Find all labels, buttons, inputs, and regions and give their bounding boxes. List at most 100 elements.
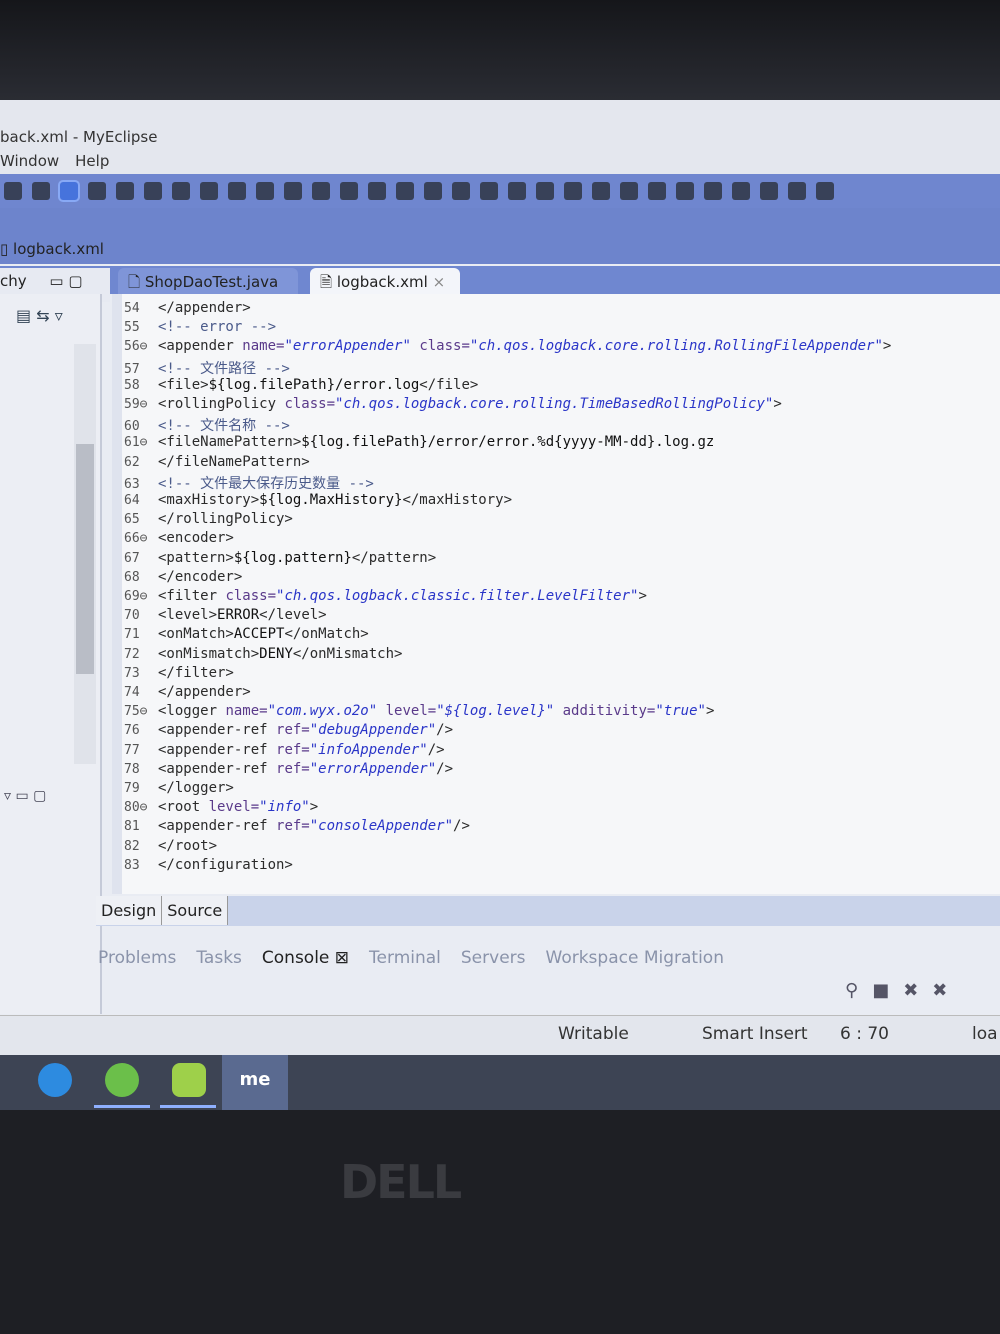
code-token: "info" <box>259 799 310 816</box>
view-menu-icon[interactable]: ▿ ▭ ▢ <box>4 788 46 804</box>
toolbar-button-icon[interactable] <box>88 182 106 200</box>
maximize-icon[interactable]: ▢ <box>68 272 82 290</box>
toolbar-button-icon[interactable] <box>396 182 414 200</box>
status-writable: Writable <box>558 1024 629 1044</box>
line-number: 66⊖ <box>124 531 148 547</box>
toolbar-button-icon[interactable] <box>200 182 218 200</box>
toolbar-button-icon[interactable] <box>704 182 722 200</box>
app-icon[interactable] <box>172 1063 206 1097</box>
code-token: "errorAppender" <box>309 760 437 777</box>
toolbar-button-icon[interactable] <box>592 182 610 200</box>
toolbar-button-icon[interactable] <box>172 182 190 200</box>
menu-window[interactable]: Window <box>0 152 59 174</box>
code-token: </appender> <box>158 684 251 700</box>
status-insert-mode: Smart Insert <box>702 1024 808 1044</box>
line-number: 57 <box>124 361 140 377</box>
tab-design[interactable]: Design <box>96 896 163 925</box>
toolbar-button-icon[interactable] <box>816 182 834 200</box>
tab-source[interactable]: Source <box>162 896 229 925</box>
remove-launch-icon[interactable]: ✖ <box>903 980 918 1001</box>
line-number: 62 <box>124 454 140 470</box>
toolbar-button-icon[interactable] <box>760 182 778 200</box>
collapse-all-icon[interactable]: ▤ ⇆ ▿ <box>16 306 63 325</box>
stop-icon[interactable]: ■ <box>872 980 889 1001</box>
code-line: 70 <level>ERROR</level> <box>124 607 327 627</box>
line-number: 60 <box>124 419 140 435</box>
line-number: 73 <box>124 665 140 681</box>
dell-logo: DELL <box>340 1155 462 1209</box>
toolbar-button-icon[interactable] <box>312 182 330 200</box>
code-token: </root> <box>158 837 218 854</box>
toolbar-button-icon[interactable] <box>32 182 50 200</box>
toolbar-button-icon[interactable] <box>620 182 638 200</box>
line-number: 70 <box>124 608 140 624</box>
toolbar-button-icon[interactable] <box>228 182 246 200</box>
toolbar-button-icon[interactable] <box>480 182 498 200</box>
close-icon[interactable]: × <box>433 273 446 291</box>
bottom-tab[interactable]: Terminal <box>369 948 441 968</box>
bottom-tab[interactable]: Workspace Migration <box>546 948 724 968</box>
toolbar-button-icon[interactable] <box>452 182 470 200</box>
toolbar-button-icon[interactable] <box>788 182 806 200</box>
line-number: 64 <box>124 493 140 508</box>
code-token: class= <box>225 588 277 604</box>
code-token: <onMatch> <box>158 626 234 643</box>
code-token: <appender-ref <box>158 722 277 739</box>
code-token: <!-- 文件名称 --> <box>158 418 290 435</box>
code-token: "consoleAppender" <box>309 818 454 835</box>
menu-help[interactable]: Help <box>75 152 109 174</box>
code-token: "com.wyx.o2o" <box>267 703 378 720</box>
toolbar-button-icon[interactable] <box>648 182 666 200</box>
toolbar-button-icon[interactable] <box>508 182 526 200</box>
code-line: 62 </fileNamePattern> <box>124 454 310 474</box>
code-editor[interactable]: 54 </appender> 55 <!-- error --> 56⊖ <appende… <box>112 294 1000 894</box>
code-token: ACCEPT <box>233 626 285 643</box>
toolbar-button-icon[interactable] <box>256 182 274 200</box>
code-line: 79 </logger> <box>124 780 234 800</box>
toolbar-button-icon[interactable] <box>424 182 442 200</box>
code-line: 54 </appender> <box>124 300 251 320</box>
toolbar-button-icon[interactable] <box>536 182 554 200</box>
code-line: 74 </appender> <box>124 684 251 704</box>
code-line: 80⊖ <root level="info"> <box>124 799 318 819</box>
toolbar-button-icon[interactable] <box>284 182 302 200</box>
code-token: ref= <box>276 741 310 758</box>
vertical-scrollbar[interactable] <box>74 344 96 764</box>
code-line: 58 <file>${log.filePath}/error.log</file> <box>124 377 478 397</box>
code-token: /> <box>427 741 445 758</box>
toolbar-button-icon[interactable] <box>368 182 386 200</box>
toolbar-button-icon[interactable] <box>58 180 80 202</box>
code-line: 55 <!-- error --> <box>124 319 276 339</box>
code-token: </file> <box>419 376 479 393</box>
code-line: 71 <onMatch>ACCEPT</onMatch> <box>124 626 369 646</box>
bottom-tab[interactable]: Tasks <box>196 948 242 968</box>
tab-shopdaotest[interactable]: 🗋 ShopDaoTest.java <box>118 268 298 294</box>
bottom-tab[interactable]: Problems <box>98 948 176 968</box>
java-file-icon: 🗋 <box>128 273 145 291</box>
tab-logback-xml[interactable]: 🗎 logback.xml × <box>310 268 460 294</box>
xml-file-icon: 🗎 <box>320 273 337 291</box>
pin-icon[interactable]: ⚲ <box>845 980 858 1001</box>
scrollbar-thumb[interactable] <box>76 444 94 674</box>
code-line: 60 <!-- 文件名称 --> <box>124 415 290 435</box>
toolbar-button-icon[interactable] <box>732 182 750 200</box>
minimize-icon[interactable]: ▭ <box>49 272 63 290</box>
code-token: name= <box>242 338 285 355</box>
code-token: ref= <box>276 818 310 835</box>
monitor-bezel-top <box>0 0 1000 100</box>
code-line: 64 <maxHistory>${log.MaxHistory}</maxHist… <box>124 492 512 512</box>
toolbar-button-icon[interactable] <box>564 182 582 200</box>
ie-icon[interactable] <box>38 1063 72 1097</box>
toolbar-button-icon[interactable] <box>340 182 358 200</box>
toolbar-button-icon[interactable] <box>144 182 162 200</box>
toolbar-button-icon[interactable] <box>116 182 134 200</box>
bottom-tab[interactable]: Servers <box>461 948 526 968</box>
bottom-tab[interactable]: Console ⊠ <box>262 948 349 968</box>
code-token: <pattern> <box>158 549 234 566</box>
myeclipse-taskbar-button[interactable]: me <box>222 1055 288 1110</box>
remove-all-icon[interactable]: ✖ <box>932 980 947 1001</box>
breadcrumb[interactable]: ▯ logback.xml <box>0 240 104 258</box>
toolbar-button-icon[interactable] <box>4 182 22 200</box>
browser-icon[interactable] <box>105 1063 139 1097</box>
toolbar-button-icon[interactable] <box>676 182 694 200</box>
